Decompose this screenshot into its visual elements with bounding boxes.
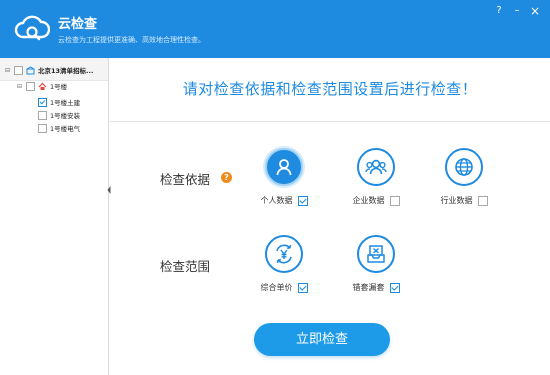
tree-node-unit[interactable]: 1号楼安装 [38,109,80,121]
option-label: 错套漏套 [352,283,385,292]
minimize-button[interactable]: – [510,4,524,18]
option-label: 综合单价 [260,283,293,292]
help-button[interactable]: ? [492,4,506,18]
option-label: 企业数据 [352,196,385,205]
close-button[interactable]: × [528,4,542,18]
option-personal-data[interactable]: 个人数据 [254,148,314,206]
option-label: 行业数据 [440,196,473,205]
option-checkbox[interactable] [297,282,308,293]
tree-label-unit: 1号楼土建 [50,99,81,107]
tree-node-unit[interactable]: 1号楼土建 [38,96,80,108]
option-label: 个人数据 [260,196,293,205]
tree-checkbox[interactable] [38,97,47,107]
tree-node-unit[interactable]: 1号楼电气 [38,122,80,134]
cloud-search-logo-icon [14,15,50,41]
tree-label-unit: 1号楼安装 [50,112,81,120]
app-subtitle: 云检查为工程提供更准确、高效地合理性检查。 [58,36,205,44]
option-unit-price[interactable]: 综合单价 [252,235,316,293]
tree-node-building[interactable]: ⊟ 1号楼 [17,80,67,92]
tree-node-root[interactable]: ⊟ 北京13清单招标... [5,64,93,76]
group-icon[interactable] [357,148,395,186]
tree-label-unit: 1号楼电气 [50,125,81,133]
collapse-toggle-icon[interactable]: ⊟ [5,67,11,74]
option-checkbox[interactable] [389,195,400,206]
yuan-cycle-icon[interactable] [265,235,303,273]
tree-label-building: 1号楼 [50,83,68,91]
collapse-toggle-icon[interactable]: ⊟ [17,83,23,90]
option-missing-items[interactable]: 错套漏套 [344,235,408,293]
inbox-x-icon[interactable] [357,235,395,273]
check-basis-label: 检查依据 [160,172,211,187]
option-checkbox[interactable] [297,195,308,206]
check-scope-label: 检查范围 [160,259,211,274]
title-bar: 云检查 云检查为工程提供更准确、高效地合理性检查。 ? – × [0,0,550,58]
tree-checkbox[interactable] [38,110,47,120]
help-badge-icon[interactable]: ? [221,172,232,183]
panel-collapse-handle-icon[interactable] [107,179,111,201]
building-icon [38,82,47,90]
project-tree-panel: ⊟ 北京13清单招标... ⊟ 1号楼 1号楼土建 1号楼安装 1号楼电气 [0,58,109,375]
globe-icon[interactable] [445,148,483,186]
divider [110,121,550,122]
start-check-button[interactable]: 立即检查 [254,323,390,356]
tree-label-root: 北京13清单招标... [38,67,94,75]
tree-checkbox[interactable] [26,81,35,91]
tree-checkbox[interactable] [38,123,47,133]
option-enterprise-data[interactable]: 企业数据 [346,148,406,206]
tree-checkbox[interactable] [14,65,23,75]
option-checkbox[interactable] [477,195,488,206]
option-industry-data[interactable]: 行业数据 [434,148,494,206]
person-icon[interactable] [265,148,303,186]
project-icon [26,65,35,74]
app-title: 云检查 [58,17,98,32]
page-title: 请对检查依据和检查范围设置后进行检查！ [182,80,478,98]
option-checkbox[interactable] [389,282,400,293]
